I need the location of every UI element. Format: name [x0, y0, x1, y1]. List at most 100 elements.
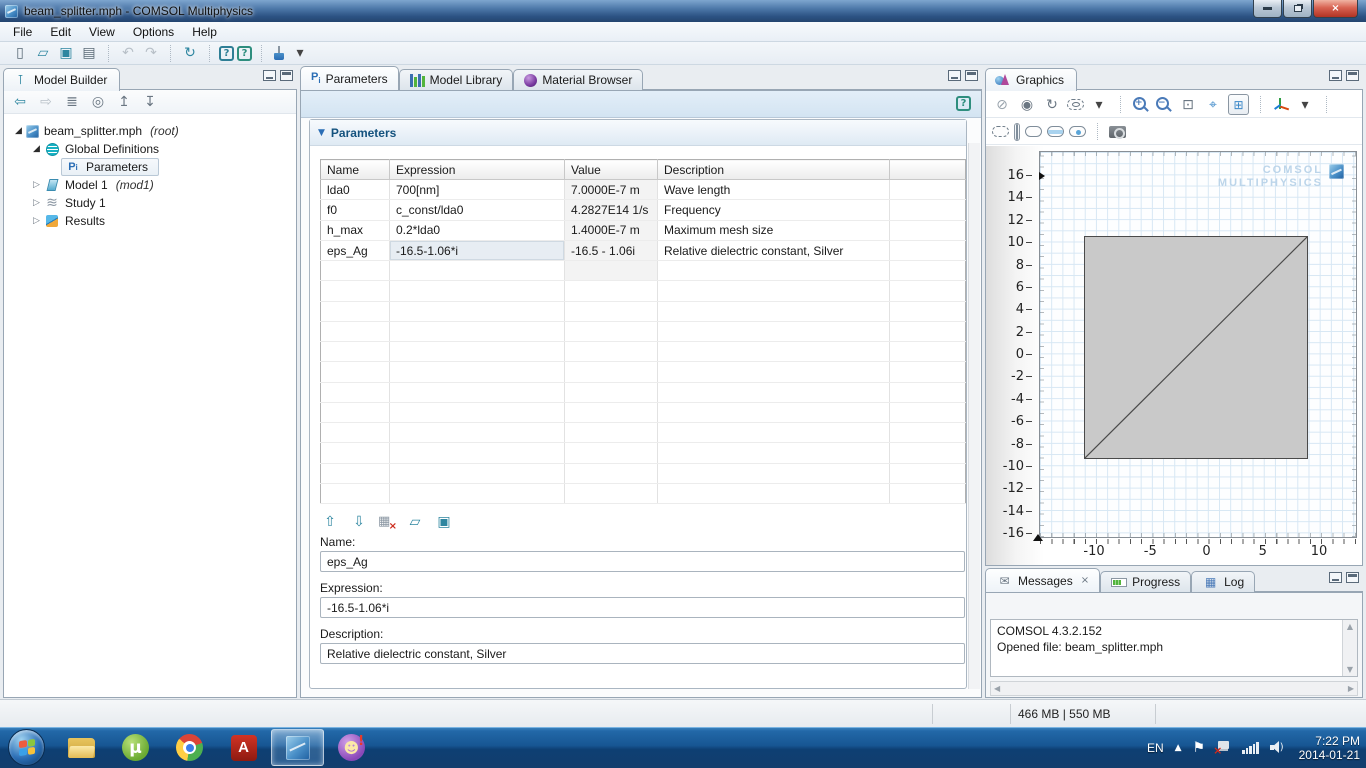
zoom-extents-icon[interactable]: ⌖ — [1203, 95, 1223, 115]
empty-cell[interactable] — [890, 362, 966, 382]
cell-2-4[interactable] — [890, 220, 966, 240]
move-up-icon[interactable]: ↥ — [114, 92, 134, 112]
empty-cell[interactable] — [890, 281, 966, 301]
empty-cell[interactable] — [565, 402, 658, 422]
tab-close-icon[interactable]: × — [1081, 575, 1089, 586]
new-icon[interactable]: ▯ — [10, 43, 30, 63]
redo-icon[interactable]: ↷ — [141, 43, 161, 63]
panel-maximize-icon[interactable] — [1346, 572, 1359, 583]
empty-cell[interactable] — [658, 362, 890, 382]
cell-1-2[interactable]: 4.2827E14 1/s — [565, 200, 658, 220]
volume-icon[interactable]: ) — [1270, 741, 1284, 754]
column-header-expression[interactable]: Expression — [390, 160, 565, 180]
cell-2-0[interactable]: h_max — [321, 220, 390, 240]
zoom-box-icon[interactable]: ⊡ — [1178, 95, 1198, 115]
tree-expander-icon[interactable]: ◢ — [12, 126, 25, 136]
taskbar-comsol[interactable] — [271, 729, 324, 766]
empty-cell[interactable] — [390, 321, 565, 341]
geometry-square[interactable] — [1084, 236, 1308, 459]
tree-item-global-definitions[interactable]: ◢Global Definitions — [4, 140, 296, 158]
cell-3-2[interactable]: -16.5 - 1.06i — [565, 240, 658, 260]
empty-cell[interactable] — [390, 443, 565, 463]
column-header-blank[interactable] — [890, 160, 966, 180]
deselect-icon[interactable]: ⊘ — [992, 95, 1012, 115]
empty-cell[interactable] — [658, 281, 890, 301]
taskbar-utorrent[interactable]: µ — [109, 729, 162, 766]
empty-cell[interactable] — [321, 281, 390, 301]
empty-cell[interactable] — [321, 423, 390, 443]
signal-strength-icon[interactable] — [1242, 741, 1259, 754]
menu-file[interactable]: File — [4, 23, 41, 41]
tree-item-model-1[interactable]: ▷Model 1(mod1) — [4, 176, 296, 194]
empty-cell[interactable] — [565, 342, 658, 362]
tab-parameters[interactable]: PiParameters — [300, 66, 399, 90]
empty-cell[interactable] — [565, 423, 658, 443]
tree-expander-icon[interactable]: ▷ — [30, 216, 43, 226]
dropdown-icon[interactable]: ▾ — [1295, 95, 1315, 115]
empty-cell[interactable] — [565, 321, 658, 341]
taskbar-explorer[interactable] — [55, 729, 108, 766]
cell-2-1[interactable]: 0.2*lda0 — [390, 220, 565, 240]
panel-minimize-icon[interactable] — [1329, 70, 1342, 81]
cell-3-0[interactable]: eps_Ag — [321, 240, 390, 260]
cell-0-3[interactable]: Wave length — [658, 180, 890, 200]
taskbar-chrome[interactable] — [163, 729, 216, 766]
restore-button[interactable] — [1283, 0, 1312, 18]
dropdown-icon[interactable]: ▾ — [290, 43, 310, 63]
panel-maximize-icon[interactable] — [1346, 70, 1359, 81]
description-field[interactable] — [320, 643, 965, 664]
empty-cell[interactable] — [890, 301, 966, 321]
empty-cell[interactable] — [390, 382, 565, 402]
empty-cell[interactable] — [390, 423, 565, 443]
empty-cell[interactable] — [321, 301, 390, 321]
cell-0-0[interactable]: lda0 — [321, 180, 390, 200]
row-up-icon[interactable]: ⇧ — [320, 512, 340, 532]
undo-icon[interactable]: ↶ — [118, 43, 138, 63]
tab-model-library[interactable]: Model Library — [399, 69, 514, 90]
minimize-button[interactable] — [1253, 0, 1282, 18]
panel-maximize-icon[interactable] — [965, 70, 978, 81]
empty-cell[interactable] — [658, 261, 890, 281]
show-all-icon[interactable]: ◉ — [1017, 95, 1037, 115]
clock[interactable]: 7:22 PM 2014-01-21 — [1299, 734, 1360, 762]
empty-cell[interactable] — [321, 463, 390, 483]
cell-1-0[interactable]: f0 — [321, 200, 390, 220]
settings-scrollbar[interactable] — [968, 143, 980, 689]
column-header-description[interactable]: Description — [658, 160, 890, 180]
zoom-out-icon[interactable]: − — [1155, 96, 1173, 114]
menu-help[interactable]: Help — [183, 23, 226, 41]
empty-cell[interactable] — [565, 301, 658, 321]
empty-cell[interactable] — [390, 402, 565, 422]
tree-expander-icon[interactable]: ◢ — [30, 144, 43, 154]
name-field[interactable] — [320, 551, 965, 572]
documentation-icon[interactable]: ? — [237, 46, 252, 61]
empty-cell[interactable] — [658, 443, 890, 463]
menu-edit[interactable]: Edit — [41, 23, 80, 41]
cell-3-4[interactable] — [890, 240, 966, 260]
tab-log[interactable]: ▦Log — [1191, 571, 1255, 592]
empty-cell[interactable] — [658, 483, 890, 503]
empty-cell[interactable] — [890, 382, 966, 402]
show-icon[interactable]: ◎ — [88, 92, 108, 112]
empty-cell[interactable] — [890, 423, 966, 443]
empty-cell[interactable] — [890, 463, 966, 483]
menu-options[interactable]: Options — [124, 23, 183, 41]
empty-cell[interactable] — [890, 321, 966, 341]
help-icon[interactable]: ? — [219, 46, 234, 61]
cell-0-2[interactable]: 7.0000E-7 m — [565, 180, 658, 200]
load-icon[interactable]: ▱ — [405, 512, 425, 532]
empty-cell[interactable] — [321, 382, 390, 402]
tree-item-beam-splitter-mph[interactable]: ◢beam_splitter.mph(root) — [4, 122, 296, 140]
column-header-value[interactable]: Value — [565, 160, 658, 180]
empty-cell[interactable] — [390, 362, 565, 382]
messages-vertical-scrollbar[interactable]: ▲▼ — [1342, 620, 1357, 676]
panel-maximize-icon[interactable] — [280, 70, 293, 81]
save-table-icon[interactable]: ▣ — [434, 512, 454, 532]
empty-cell[interactable] — [565, 281, 658, 301]
cell-0-1[interactable]: 700[nm] — [390, 180, 565, 200]
empty-cell[interactable] — [658, 402, 890, 422]
empty-cell[interactable] — [890, 342, 966, 362]
tab-material-browser[interactable]: Material Browser — [513, 69, 643, 90]
empty-cell[interactable] — [565, 483, 658, 503]
taskbar-acrobat[interactable]: A — [217, 729, 270, 766]
